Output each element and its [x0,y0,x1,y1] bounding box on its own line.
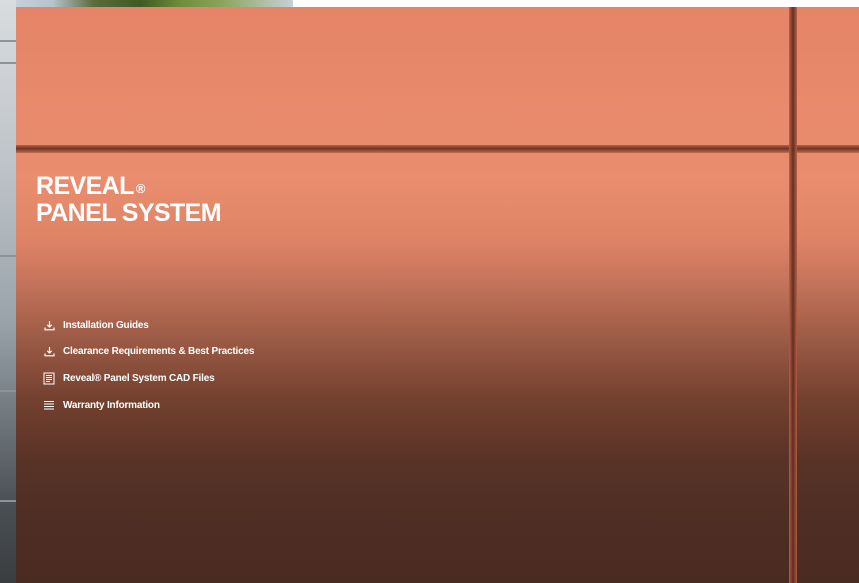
link-label: Reveal® Panel System CAD Files [63,372,215,384]
list-icon [42,398,56,412]
link-installation-guides[interactable]: Installation Guides [42,318,442,332]
hero-panel [16,7,859,583]
page: REVEAL ® PANEL SYSTEM Installation Guides… [0,0,859,583]
title-line-2: PANEL SYSTEM [36,199,222,227]
title-line-1: REVEAL ® [36,173,221,200]
title-brand: REVEAL [36,172,134,200]
page-title: REVEAL ® PANEL SYSTEM [36,173,222,227]
link-cad-files[interactable]: Reveal® Panel System CAD Files [42,371,442,385]
link-label: Installation Guides [63,319,149,331]
building-rail [0,390,16,392]
building-rail [0,62,16,64]
building-rail [0,500,16,502]
panel-vertical-seam [789,7,797,583]
link-clearance-requirements[interactable]: Clearance Requirements & Best Practices [42,344,442,358]
background-building-edge [0,0,16,583]
document-icon [42,371,56,385]
download-icon [42,318,56,332]
registered-mark: ® [135,181,146,196]
building-rail [0,40,16,42]
link-warranty-information[interactable]: Warranty Information [42,398,442,412]
building-rail [0,255,16,257]
link-label: Clearance Requirements & Best Practices [63,345,255,357]
resource-links: Installation Guides Clearance Requiremen… [42,318,442,412]
link-label: Warranty Information [63,399,160,411]
download-icon [42,344,56,358]
panel-horizontal-seam [16,145,859,153]
